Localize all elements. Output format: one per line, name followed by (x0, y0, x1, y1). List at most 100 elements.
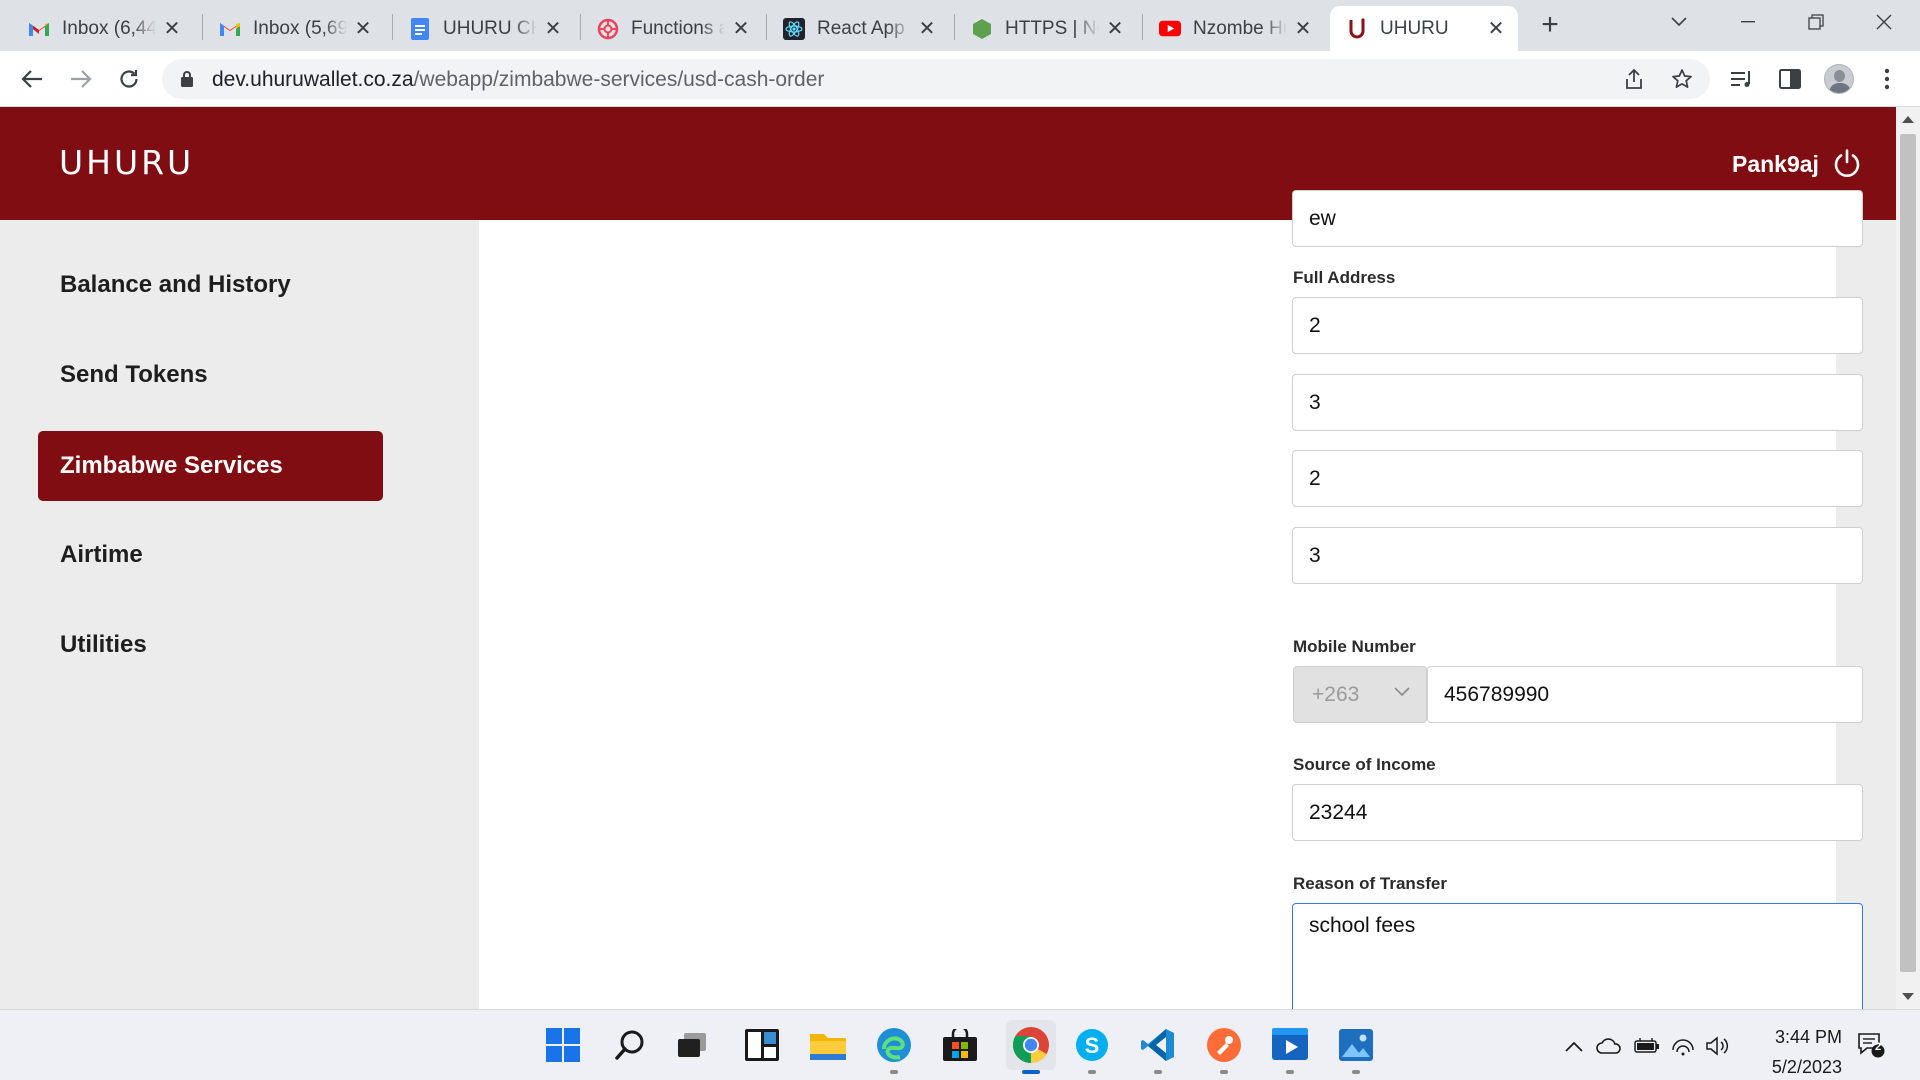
windows-start-icon[interactable] (543, 1025, 583, 1065)
address-line-3-field[interactable] (1292, 450, 1863, 507)
edge-icon[interactable] (874, 1025, 914, 1065)
chrome-menu-icon[interactable] (1873, 65, 1901, 93)
chevron-down-icon (1671, 17, 1687, 27)
minimize-button[interactable] (1720, 0, 1776, 44)
close-window-button[interactable] (1856, 0, 1912, 44)
forward-button[interactable] (65, 63, 97, 95)
close-icon[interactable]: ✕ (162, 18, 182, 40)
tab-label: React App (817, 17, 905, 39)
task-view-icon[interactable] (672, 1025, 712, 1065)
tab-nzombe-hub[interactable]: Nzombe Hub ✕ (1143, 6, 1325, 51)
country-code-select[interactable]: +263 (1293, 666, 1427, 723)
address-line-2-field[interactable] (1292, 374, 1863, 431)
close-icon[interactable]: ✕ (1293, 18, 1313, 40)
side-panel-icon[interactable] (1776, 65, 1804, 93)
browser-tab-strip: Inbox (6,447) ✕ Inbox (5,690) ✕ UHURU CH… (0, 0, 1920, 51)
file-explorer-icon[interactable] (808, 1025, 848, 1065)
close-icon[interactable]: ✕ (543, 18, 563, 40)
vscode-icon[interactable] (1138, 1025, 1178, 1065)
search-icon[interactable] (610, 1025, 650, 1065)
tab-search-button[interactable] (1651, 0, 1707, 44)
running-indicator (1154, 1070, 1162, 1074)
address-line-1-field[interactable] (1292, 297, 1863, 354)
star-icon[interactable] (1670, 67, 1694, 91)
country-code-value: +263 (1312, 682, 1360, 706)
react-icon (783, 17, 805, 40)
tab-uhuru-active[interactable]: UHURU ✕ (1330, 6, 1518, 51)
full-address-label: Full Address (1293, 268, 1396, 287)
tab-gmail-inbox-2[interactable]: Inbox (5,690) ✕ (203, 6, 385, 51)
close-icon[interactable]: ✕ (353, 18, 373, 40)
chrome-icon[interactable] (1006, 1020, 1056, 1070)
page-scrollbar[interactable] (1896, 107, 1920, 1009)
store-icon[interactable] (940, 1025, 980, 1065)
address-line-4-field[interactable] (1292, 527, 1863, 584)
web-page: UHURU Pank9aj Balance and History Send T… (0, 107, 1896, 1009)
nodejs-icon (971, 18, 993, 40)
running-indicator (1352, 1070, 1360, 1074)
chevron-up-icon[interactable] (1561, 1033, 1587, 1059)
battery-icon[interactable] (1634, 1033, 1660, 1059)
power-icon[interactable] (1832, 148, 1862, 178)
restore-button[interactable] (1788, 0, 1844, 44)
running-indicator (890, 1070, 898, 1074)
volume-icon[interactable] (1704, 1033, 1730, 1059)
media-player-icon[interactable] (1270, 1025, 1310, 1065)
sidebar-item-airtime[interactable]: Airtime (38, 520, 383, 590)
source-of-income-field[interactable] (1292, 784, 1863, 841)
close-icon[interactable]: ✕ (1486, 18, 1506, 40)
tab-react-app[interactable]: React App ✕ (767, 6, 949, 51)
close-icon[interactable]: ✕ (731, 18, 751, 40)
media-control-icon[interactable] (1728, 65, 1756, 93)
tab-functions[interactable]: Functions and ✕ (581, 6, 763, 51)
uhuru-icon (1346, 17, 1368, 40)
scroll-down-arrow[interactable] (1902, 993, 1914, 1000)
onedrive-icon[interactable] (1596, 1033, 1622, 1059)
sidebar-item-zimbabwe-services[interactable]: Zimbabwe Services (38, 431, 383, 501)
new-tab-button[interactable]: + (1535, 10, 1565, 41)
wifi-icon[interactable] (1670, 1033, 1696, 1059)
url-host: dev.uhuruwallet.co.za (212, 68, 414, 91)
reload-button[interactable] (113, 63, 145, 95)
restore-icon (1808, 14, 1824, 30)
notification-center[interactable]: 2 (1856, 1030, 1886, 1060)
mobile-number-label: Mobile Number (1293, 637, 1416, 656)
source-of-income-label: Source of Income (1293, 755, 1436, 774)
gmail-icon (28, 18, 50, 40)
chevron-down-icon (1394, 687, 1410, 697)
clock-time: 3:44 PM (1774, 1027, 1842, 1047)
sidebar: Balance and History Send Tokens Zimbabwe… (0, 220, 420, 1009)
mobile-number-field[interactable] (1427, 666, 1863, 723)
avatar-head (1834, 70, 1845, 82)
close-icon (1876, 14, 1892, 30)
name-field[interactable] (1292, 190, 1863, 247)
back-button[interactable] (16, 63, 48, 95)
tab-label: UHURU (1380, 17, 1449, 39)
share-icon[interactable] (1622, 67, 1646, 91)
sidebar-item-balance-history[interactable]: Balance and History (38, 250, 383, 320)
running-indicator (1286, 1070, 1294, 1074)
tab-https-node[interactable]: HTTPS | Node ✕ (955, 6, 1137, 51)
photos-icon[interactable] (1336, 1025, 1376, 1065)
system-clock[interactable]: 3:44 PM 5/2/2023 (1732, 1022, 1842, 1080)
sidebar-item-utilities[interactable]: Utilities (38, 610, 383, 680)
gmail-icon (219, 18, 241, 40)
profile-avatar[interactable] (1824, 64, 1854, 94)
close-icon[interactable]: ✕ (917, 18, 937, 40)
sidebar-item-send-tokens[interactable]: Send Tokens (38, 340, 383, 410)
address-bar[interactable]: dev.uhuruwallet.co.za/webapp/zimbabwe-se… (162, 59, 1710, 99)
tab-gmail-inbox-1[interactable]: Inbox (6,447) ✕ (12, 6, 194, 51)
reason-of-transfer-field[interactable]: school fees (1292, 903, 1863, 1009)
scrollbar-thumb[interactable] (1900, 134, 1916, 972)
widgets-icon[interactable] (742, 1025, 782, 1065)
skype-icon[interactable]: S (1072, 1025, 1112, 1065)
tab-uhuru-changes[interactable]: UHURU CHANGES ✕ (393, 6, 575, 51)
tab-label: Functions and (631, 17, 725, 39)
scroll-up-arrow[interactable] (1902, 116, 1914, 123)
tab-label: Inbox (6,447) (62, 17, 156, 39)
close-icon[interactable]: ✕ (1105, 18, 1125, 40)
uhuru-logo[interactable]: UHURU (59, 143, 194, 182)
postman-icon[interactable] (1204, 1025, 1244, 1065)
svg-text:S: S (1085, 1033, 1100, 1058)
username: Pank9aj (1732, 151, 1819, 177)
